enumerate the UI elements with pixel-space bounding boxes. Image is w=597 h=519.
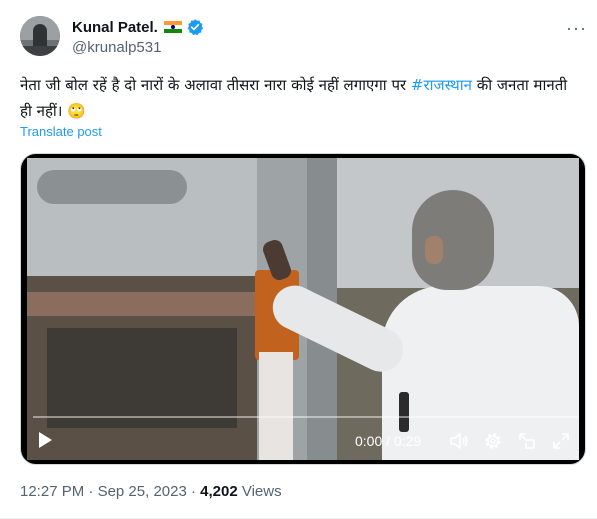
author-name-row: Kunal Patel. [72,18,204,36]
settings-icon[interactable] [483,431,503,451]
video-time: 0:00 / 0:29 [355,433,422,449]
author-handle[interactable]: @krunalp531 [72,39,161,56]
video-player[interactable]: 0:00 / 0:29 [20,153,586,465]
post-time[interactable]: 12:27 PM [20,483,84,500]
post-date[interactable]: Sep 25, 2023 [98,483,187,500]
post-meta: 12:27 PM · Sep 25, 2023 · 4,202 Views [20,483,282,500]
author-display-name[interactable]: Kunal Patel. [72,19,158,36]
post-text-main: नेता जी बोल रहें है दो नारों के अलावा ती… [20,76,411,94]
translate-post-link[interactable]: Translate post [20,124,102,139]
volume-icon[interactable] [449,431,469,451]
video-progress-bar[interactable] [33,416,579,418]
views-label: Views [237,483,282,500]
fullscreen-icon[interactable] [551,431,571,451]
more-options-icon[interactable]: ··· [566,18,587,39]
hashtag-link[interactable]: #राजस्थान [411,76,472,94]
play-icon[interactable] [35,430,55,450]
india-flag-icon [163,21,182,33]
post-text: नेता जी बोल रहें है दो नारों के अलावा ती… [20,72,580,124]
video-controls: 0:00 / 0:29 [21,420,585,460]
meta-separator: · [186,483,201,500]
video-frame[interactable] [27,158,579,460]
rolling-eyes-emoji-icon: 🙄 [67,102,86,120]
verified-badge-icon[interactable] [186,18,204,36]
pop-out-icon[interactable] [517,431,537,451]
views-count: 4,202 [200,483,238,500]
avatar[interactable] [20,16,60,56]
meta-separator: · [84,483,98,500]
